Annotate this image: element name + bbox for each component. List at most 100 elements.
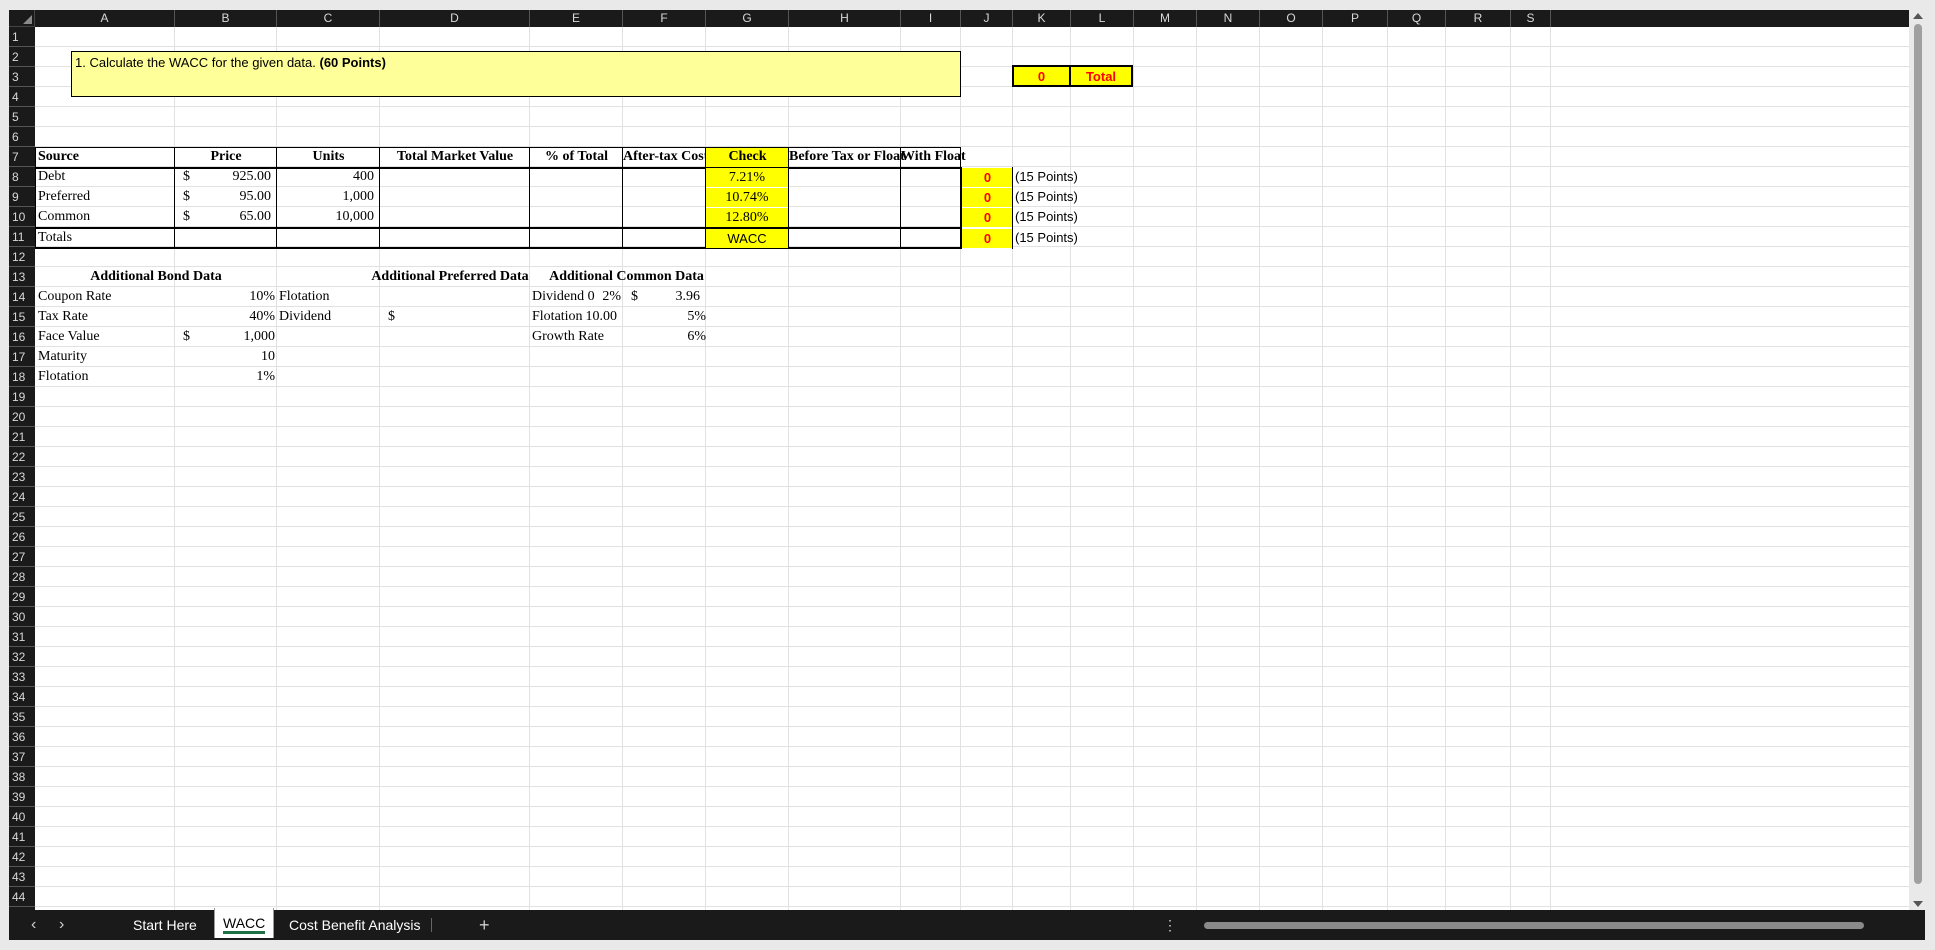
column-header[interactable]: K	[1013, 10, 1071, 27]
row-header[interactable]: 2	[9, 47, 35, 67]
row-header[interactable]: 1	[9, 27, 35, 47]
bond-value-face[interactable]: 1,000	[175, 327, 276, 347]
row-header[interactable]: 37	[9, 747, 35, 767]
vertical-scrollbar[interactable]	[1911, 10, 1925, 910]
vertical-scroll-thumb[interactable]	[1914, 24, 1922, 884]
row-header[interactable]: 39	[9, 787, 35, 807]
bond-label-face[interactable]: Face Value	[35, 327, 175, 347]
common-value-flotation[interactable]: 5%	[623, 307, 706, 327]
row-header[interactable]: 7	[9, 147, 35, 167]
row-header[interactable]: 20	[9, 407, 35, 427]
row-source[interactable]: Debt	[35, 167, 175, 187]
column-header[interactable]: M	[1134, 10, 1197, 27]
question-box[interactable]: 1. Calculate the WACC for the given data…	[71, 51, 961, 97]
row-check[interactable]: 12.80%	[706, 208, 788, 227]
table-header[interactable]: With Float	[901, 147, 966, 167]
next-sheet-icon[interactable]: ›	[59, 910, 64, 940]
column-header[interactable]: Q	[1388, 10, 1446, 27]
column-header[interactable]: I	[901, 10, 961, 27]
totals-score[interactable]: 0	[962, 229, 1013, 248]
row-header[interactable]: 3	[9, 67, 35, 87]
row-score[interactable]: 0	[962, 188, 1013, 207]
horizontal-scroll-thumb[interactable]	[1204, 922, 1864, 929]
row-header[interactable]: 40	[9, 807, 35, 827]
select-all-corner[interactable]	[9, 10, 35, 27]
more-options-icon[interactable]: ⋮	[1155, 910, 1185, 940]
row-units[interactable]: 400	[277, 167, 374, 187]
row-header[interactable]: 38	[9, 767, 35, 787]
table-header[interactable]: Price	[175, 147, 277, 167]
tab-cost-benefit-analysis[interactable]: Cost Benefit Analysis	[281, 910, 429, 940]
row-header[interactable]: 35	[9, 707, 35, 727]
row-units[interactable]: 1,000	[277, 187, 375, 207]
preferred-label-flotation[interactable]: Flotation	[279, 287, 382, 307]
column-header[interactable]: D	[380, 10, 530, 27]
common-label-dividend[interactable]: Dividend 0	[532, 287, 625, 307]
row-price[interactable]: 95.00	[175, 187, 272, 207]
column-header[interactable]: A	[35, 10, 175, 27]
totals-label[interactable]: Totals	[35, 228, 175, 248]
row-source[interactable]: Common	[35, 207, 175, 227]
row-check[interactable]: 10.74%	[706, 188, 788, 207]
row-header[interactable]: 26	[9, 527, 35, 547]
row-header[interactable]: 30	[9, 607, 35, 627]
row-header[interactable]: 42	[9, 847, 35, 867]
row-header[interactable]: 33	[9, 667, 35, 687]
column-header[interactable]: R	[1446, 10, 1511, 27]
row-header[interactable]: 8	[9, 167, 35, 187]
row-price[interactable]: 65.00	[175, 207, 272, 227]
row-header[interactable]: 22	[9, 447, 35, 467]
row-header[interactable]: 32	[9, 647, 35, 667]
column-header[interactable]: J	[961, 10, 1013, 27]
column-header[interactable]: H	[789, 10, 901, 27]
row-header[interactable]: 29	[9, 587, 35, 607]
row-header[interactable]: 31	[9, 627, 35, 647]
tab-wacc[interactable]: WACC	[214, 908, 275, 938]
row-header[interactable]: 23	[9, 467, 35, 487]
column-header[interactable]: L	[1071, 10, 1134, 27]
row-header[interactable]: 10	[9, 207, 35, 227]
prev-sheet-icon[interactable]: ‹	[31, 910, 36, 940]
row-header[interactable]: 9	[9, 187, 35, 207]
row-header[interactable]: 27	[9, 547, 35, 567]
tab-start-here[interactable]: Start Here	[125, 910, 205, 940]
column-header[interactable]: E	[530, 10, 623, 27]
common-value-dividend[interactable]: 3.96	[623, 287, 701, 307]
row-header[interactable]: 43	[9, 867, 35, 887]
table-header[interactable]: Units	[277, 147, 380, 167]
common-label-growth[interactable]: Growth Rate	[532, 327, 625, 347]
column-header[interactable]: F	[623, 10, 706, 27]
total-score-cell[interactable]: 0	[1012, 65, 1071, 87]
row-check[interactable]: 7.21%	[706, 168, 788, 187]
row-header[interactable]: 15	[9, 307, 35, 327]
row-header[interactable]: 24	[9, 487, 35, 507]
table-header[interactable]: Before Tax or Float	[789, 147, 905, 167]
row-header[interactable]: 21	[9, 427, 35, 447]
row-header[interactable]: 14	[9, 287, 35, 307]
table-header[interactable]: % of Total	[530, 147, 623, 167]
column-header[interactable]: B	[175, 10, 277, 27]
row-header[interactable]: 6	[9, 127, 35, 147]
wacc-check[interactable]: WACC	[706, 229, 788, 248]
common-value-growth[interactable]: 6%	[623, 327, 706, 347]
row-header[interactable]: 17	[9, 347, 35, 367]
preferred-label-dividend[interactable]: Dividend	[279, 307, 382, 327]
row-header[interactable]: 11	[9, 227, 35, 247]
row-header[interactable]: 25	[9, 507, 35, 527]
column-header[interactable]: G	[706, 10, 789, 27]
table-header[interactable]: Total Market Value	[380, 147, 530, 167]
row-header[interactable]: 36	[9, 727, 35, 747]
table-header[interactable]: Source	[35, 147, 175, 167]
row-units[interactable]: 10,000	[277, 207, 375, 227]
row-header[interactable]: 12	[9, 247, 35, 267]
row-header[interactable]: 44	[9, 887, 35, 907]
row-header[interactable]: 5	[9, 107, 35, 127]
bond-value-flotation[interactable]: 1%	[175, 367, 275, 387]
bond-label-coupon[interactable]: Coupon Rate	[35, 287, 175, 307]
row-score[interactable]: 0	[962, 208, 1013, 227]
row-header[interactable]: 13	[9, 267, 35, 287]
column-header[interactable]: S	[1511, 10, 1551, 27]
total-label-cell[interactable]: Total	[1069, 65, 1133, 87]
row-header[interactable]: 18	[9, 367, 35, 387]
scroll-up-icon[interactable]	[1913, 13, 1923, 19]
